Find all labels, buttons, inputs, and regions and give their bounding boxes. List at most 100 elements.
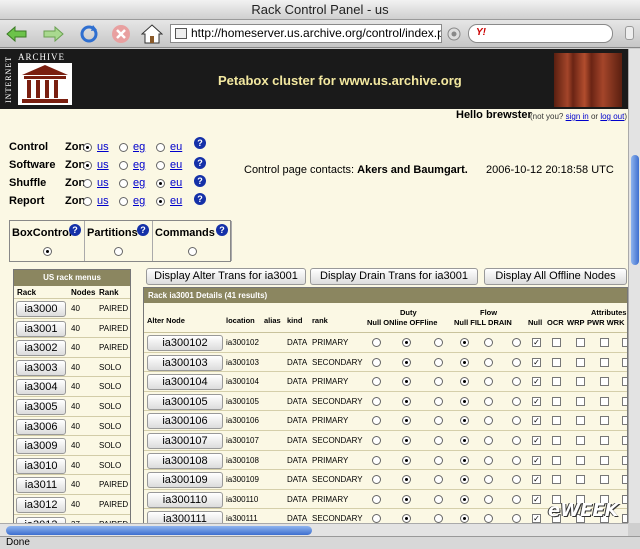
drain-trans-button[interactable]: Display Drain Trans for ia3001	[310, 268, 478, 285]
duty-radio[interactable]	[434, 396, 443, 406]
duty-radio[interactable]	[372, 475, 381, 485]
duty-radio[interactable]	[434, 377, 443, 387]
home-icon[interactable]	[141, 23, 163, 45]
flow-radio[interactable]	[460, 514, 469, 523]
duty-radio[interactable]	[434, 416, 443, 426]
alter-node-button-ia300102[interactable]: ia300102	[147, 335, 223, 351]
flow-radio[interactable]	[460, 475, 469, 485]
attribute-checkbox[interactable]	[552, 377, 561, 387]
flow-radio[interactable]	[484, 338, 493, 347]
flow-radio[interactable]	[484, 416, 493, 426]
ocr-checkbox[interactable]: ✓	[532, 435, 541, 445]
flow-radio[interactable]	[460, 377, 469, 387]
attribute-checkbox[interactable]	[576, 357, 585, 367]
flow-radio[interactable]	[512, 435, 521, 445]
attribute-checkbox[interactable]	[600, 357, 609, 367]
flow-radio[interactable]	[460, 357, 469, 367]
flow-radio[interactable]	[484, 475, 493, 485]
duty-radio[interactable]	[402, 494, 411, 504]
sign-in-link[interactable]: sign in	[566, 112, 589, 121]
horizontal-scrollbar[interactable]	[0, 523, 628, 536]
duty-radio[interactable]	[372, 494, 381, 504]
duty-radio[interactable]	[402, 416, 411, 426]
flow-radio[interactable]	[484, 396, 493, 406]
flow-radio[interactable]	[512, 377, 521, 387]
address-bar[interactable]: http://homeserver.us.archive.org/control…	[170, 24, 442, 43]
attribute-checkbox[interactable]	[600, 377, 609, 387]
ocr-checkbox[interactable]: ✓	[532, 455, 541, 465]
back-icon[interactable]	[6, 23, 28, 45]
duty-radio[interactable]	[402, 455, 411, 465]
rack-button-ia3000[interactable]: ia3000	[16, 301, 66, 317]
help-icon[interactable]: ?	[194, 157, 206, 169]
attribute-checkbox[interactable]	[600, 435, 609, 445]
duty-radio[interactable]	[372, 338, 381, 347]
offline-nodes-button[interactable]: Display All Offline Nodes	[484, 268, 627, 285]
duty-radio[interactable]	[402, 357, 411, 367]
duty-radio[interactable]	[402, 396, 411, 406]
duty-radio[interactable]	[434, 338, 443, 347]
go-icon[interactable]	[446, 23, 462, 45]
attribute-checkbox[interactable]	[576, 475, 585, 485]
attribute-checkbox[interactable]	[576, 377, 585, 387]
flow-radio[interactable]	[460, 416, 469, 426]
mode-radio[interactable]	[114, 247, 123, 256]
zone-link-eg[interactable]: eg	[133, 195, 145, 207]
attribute-checkbox[interactable]	[552, 435, 561, 445]
help-icon[interactable]: ?	[194, 175, 206, 187]
rack-button-ia3004[interactable]: ia3004	[16, 379, 66, 396]
alter-node-button-ia300111[interactable]: ia300111	[147, 511, 223, 523]
alter-node-button-ia300105[interactable]: ia300105	[147, 393, 223, 410]
rack-button-ia3003[interactable]: ia3003	[16, 359, 66, 376]
help-icon[interactable]: ?	[137, 224, 149, 236]
alter-node-button-ia300108[interactable]: ia300108	[147, 452, 223, 469]
flow-radio[interactable]	[460, 338, 469, 347]
rack-button-ia3010[interactable]: ia3010	[16, 457, 66, 474]
attribute-checkbox[interactable]	[576, 416, 585, 426]
alter-node-button-ia300110[interactable]: ia300110	[147, 491, 223, 508]
attribute-checkbox[interactable]	[600, 396, 609, 406]
rack-button-ia3001[interactable]: ia3001	[16, 320, 66, 337]
flow-radio[interactable]	[512, 357, 521, 367]
help-icon[interactable]: ?	[69, 224, 81, 236]
flow-radio[interactable]	[512, 338, 521, 347]
rack-button-ia3012[interactable]: ia3012	[16, 496, 66, 513]
flow-radio[interactable]	[512, 514, 521, 523]
log-out-link[interactable]: log out	[600, 112, 624, 121]
zone-link-eg[interactable]: eg	[133, 177, 145, 189]
zone-radio-eu[interactable]	[156, 161, 165, 170]
reload-icon[interactable]	[78, 23, 100, 45]
attribute-checkbox[interactable]	[552, 416, 561, 426]
attribute-checkbox[interactable]	[600, 475, 609, 485]
flow-radio[interactable]	[484, 357, 493, 367]
duty-radio[interactable]	[372, 514, 381, 523]
flow-radio[interactable]	[512, 494, 521, 504]
flow-radio[interactable]	[484, 455, 493, 465]
duty-radio[interactable]	[434, 514, 443, 523]
zone-link-us[interactable]: us	[97, 177, 109, 189]
attribute-checkbox[interactable]	[600, 416, 609, 426]
flow-radio[interactable]	[512, 455, 521, 465]
alter-node-button-ia300103[interactable]: ia300103	[147, 354, 223, 371]
vertical-scroll-thumb[interactable]	[631, 155, 639, 265]
zone-radio-eg[interactable]	[119, 197, 128, 206]
ocr-checkbox[interactable]: ✓	[532, 338, 541, 347]
zone-link-eg[interactable]: eg	[133, 141, 145, 153]
duty-radio[interactable]	[402, 475, 411, 485]
zone-link-us[interactable]: us	[97, 159, 109, 171]
flow-radio[interactable]	[484, 377, 493, 387]
zone-link-eg[interactable]: eg	[133, 159, 145, 171]
horizontal-scroll-thumb[interactable]	[6, 526, 312, 535]
vertical-scrollbar[interactable]	[628, 49, 640, 523]
zone-radio-eg[interactable]	[119, 161, 128, 170]
alter-node-button-ia300106[interactable]: ia300106	[147, 413, 223, 430]
attribute-checkbox[interactable]	[576, 435, 585, 445]
duty-radio[interactable]	[372, 416, 381, 426]
flow-radio[interactable]	[460, 494, 469, 504]
ocr-checkbox[interactable]: ✓	[532, 494, 541, 504]
mode-radio[interactable]	[187, 247, 197, 256]
ocr-checkbox[interactable]: ✓	[532, 514, 541, 523]
flow-radio[interactable]	[460, 396, 469, 406]
ocr-checkbox[interactable]: ✓	[532, 357, 541, 367]
attribute-checkbox[interactable]	[552, 396, 561, 406]
